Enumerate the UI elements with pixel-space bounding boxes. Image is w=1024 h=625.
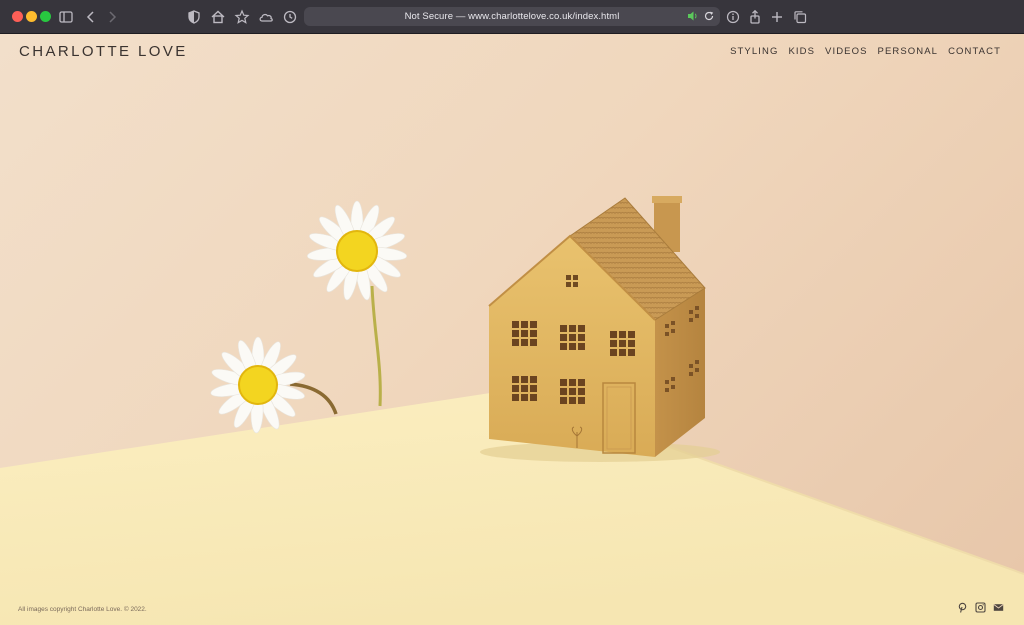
nav-styling[interactable]: STYLING — [730, 46, 778, 57]
social-links — [957, 602, 1004, 613]
pinterest-icon[interactable] — [957, 602, 968, 613]
audio-icon[interactable] — [686, 9, 700, 23]
shield-icon[interactable] — [184, 7, 204, 27]
star-icon[interactable] — [232, 7, 252, 27]
daisy-flower — [306, 200, 408, 301]
copyright-text: All images copyright Charlotte Love. © 2… — [18, 606, 147, 613]
hero-image — [0, 196, 1024, 625]
back-icon[interactable] — [81, 7, 101, 27]
gold-house — [480, 196, 720, 462]
share-icon[interactable] — [745, 7, 765, 27]
site-logo[interactable]: CHARLOTTE LOVE — [19, 43, 188, 60]
daisy-stem — [370, 285, 382, 407]
zoom-window-button[interactable] — [40, 11, 51, 22]
address-bar[interactable]: Not Secure — www.charlottelove.co.uk/ind… — [304, 7, 720, 26]
reload-icon[interactable] — [702, 9, 716, 23]
browser-toolbar: Not Secure — www.charlottelove.co.uk/ind… — [0, 0, 1024, 34]
instagram-icon[interactable] — [975, 602, 986, 613]
cloud-icon[interactable] — [256, 7, 276, 27]
new-tab-icon[interactable] — [767, 7, 787, 27]
web-page: CHARLOTTE LOVE STYLING KIDS VIDEOS PERSO… — [0, 34, 1024, 625]
mail-icon[interactable] — [993, 602, 1004, 613]
tab-overview-icon[interactable] — [790, 7, 810, 27]
nav-personal[interactable]: PERSONAL — [878, 46, 939, 57]
nav-contact[interactable]: CONTACT — [948, 46, 1001, 57]
close-window-button[interactable] — [12, 11, 23, 22]
home-icon[interactable] — [208, 7, 228, 27]
minimize-window-button[interactable] — [26, 11, 37, 22]
nav-kids[interactable]: KIDS — [788, 46, 815, 57]
info-icon[interactable] — [723, 7, 743, 27]
main-nav: STYLING KIDS VIDEOS PERSONAL CONTACT — [730, 46, 1001, 57]
history-icon[interactable] — [280, 7, 300, 27]
nav-videos[interactable]: VIDEOS — [825, 46, 868, 57]
address-text[interactable]: Not Secure — www.charlottelove.co.uk/ind… — [304, 7, 720, 26]
sidebar-icon[interactable] — [56, 7, 76, 27]
forward-icon[interactable] — [102, 7, 122, 27]
